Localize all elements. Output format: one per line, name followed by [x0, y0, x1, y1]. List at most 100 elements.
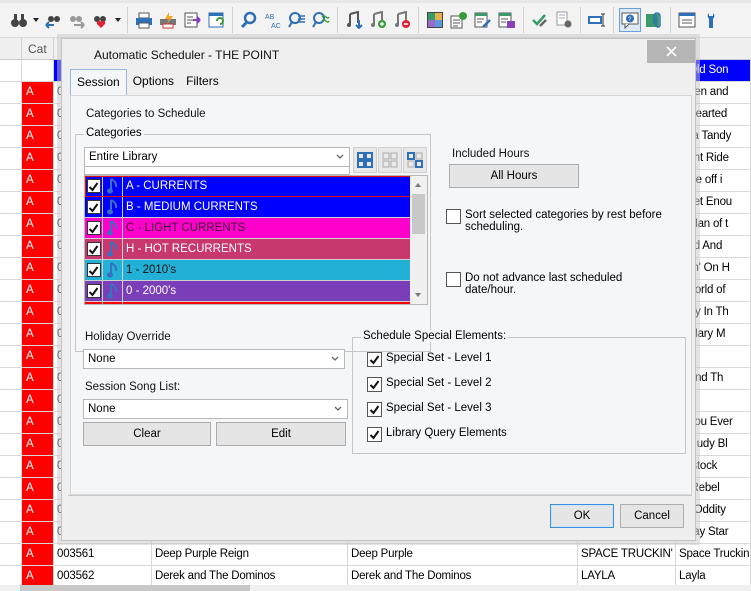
- holiday-override-select[interactable]: None: [83, 349, 345, 369]
- replace-text-button[interactable]: AB AC: [262, 8, 284, 32]
- category-item[interactable]: C - LIGHT CURRENTS: [85, 217, 412, 239]
- library-select[interactable]: Entire Library: [84, 147, 350, 167]
- cell-cat[interactable]: A: [22, 500, 54, 521]
- checkbox-box[interactable]: [367, 427, 382, 442]
- text-field-button[interactable]: [586, 8, 608, 32]
- cell-title[interactable]: Layla: [676, 566, 751, 587]
- music-add-button[interactable]: [367, 8, 389, 32]
- row-header[interactable]: [0, 566, 22, 587]
- category-checkbox[interactable]: [85, 196, 103, 218]
- music-import-button[interactable]: [343, 8, 365, 32]
- row-header[interactable]: [0, 82, 22, 103]
- clear-button[interactable]: Clear: [83, 422, 211, 446]
- category-checkbox[interactable]: [85, 301, 103, 304]
- all-hours-button[interactable]: All Hours: [449, 164, 579, 188]
- row-header[interactable]: [0, 258, 22, 279]
- cell-cat[interactable]: A: [22, 522, 54, 543]
- category-item[interactable]: 0 - 2000's: [85, 280, 412, 302]
- row-header[interactable]: [0, 478, 22, 499]
- cell-c1[interactable]: Deep Purple Reign: [152, 544, 348, 565]
- wrench-button[interactable]: [700, 8, 722, 32]
- cell-cat[interactable]: A: [22, 192, 54, 213]
- row-header[interactable]: [0, 522, 22, 543]
- table-row[interactable]: A 003561 Deep Purple Reign Deep Purple SPACE…: [0, 544, 751, 566]
- checkbox-box[interactable]: [446, 272, 461, 287]
- find-list-button[interactable]: [286, 8, 308, 32]
- category-checkbox[interactable]: [85, 280, 103, 302]
- tools-check-button[interactable]: [529, 8, 551, 32]
- column-header-cat[interactable]: Cat: [22, 38, 54, 60]
- cell-c1[interactable]: Derek and The Dominos: [152, 566, 348, 587]
- print-button[interactable]: [133, 8, 155, 32]
- scrollbar-thumb[interactable]: [412, 194, 425, 234]
- session-song-list-select[interactable]: None: [83, 399, 348, 419]
- binoculars-find-button[interactable]: [8, 8, 30, 32]
- cell-c2[interactable]: Derek and The Dominos: [348, 566, 578, 587]
- scroll-up-icon[interactable]: [415, 183, 421, 187]
- export-list-button[interactable]: [181, 8, 203, 32]
- find-previous-button[interactable]: [42, 8, 64, 32]
- row-header[interactable]: [0, 544, 22, 565]
- row-header[interactable]: [0, 280, 22, 301]
- category-item[interactable]: A - CURRENTS: [85, 176, 412, 197]
- select-none-categories-button[interactable]: [378, 147, 402, 173]
- cell-c3[interactable]: SPACE TRUCKIN': [578, 544, 676, 565]
- row-header[interactable]: [0, 324, 22, 345]
- categories-scrollbar[interactable]: [410, 176, 427, 304]
- checkbox-box[interactable]: [86, 179, 101, 193]
- row-header[interactable]: [0, 346, 22, 367]
- save-log-button[interactable]: [496, 8, 518, 32]
- checkbox-box[interactable]: [86, 221, 101, 235]
- cell-cat[interactable]: A: [22, 126, 54, 147]
- cell-cat[interactable]: [22, 60, 54, 81]
- row-header[interactable]: [0, 192, 22, 213]
- special-element-checkbox[interactable]: Special Set - Level 1: [367, 352, 491, 367]
- cell-cat[interactable]: A: [22, 412, 54, 433]
- document-settings-button[interactable]: [553, 8, 575, 32]
- refresh-list-button[interactable]: [205, 8, 227, 32]
- cell-cat[interactable]: A: [22, 280, 54, 301]
- row-header[interactable]: [0, 302, 22, 323]
- category-checkbox[interactable]: [85, 259, 103, 281]
- row-header[interactable]: [0, 148, 22, 169]
- schedule-refresh-button[interactable]: [448, 8, 470, 32]
- ok-button[interactable]: OK: [550, 504, 614, 528]
- cell-cat[interactable]: A: [22, 258, 54, 279]
- checkbox-box[interactable]: [86, 242, 101, 256]
- edit-log-button[interactable]: [472, 8, 494, 32]
- help-chat-button[interactable]: ?: [619, 8, 641, 32]
- cancel-button[interactable]: Cancel: [620, 504, 684, 528]
- row-header[interactable]: [0, 434, 22, 455]
- dropdown-arrow-icon[interactable]: [32, 8, 40, 32]
- checkbox-box[interactable]: [367, 377, 382, 392]
- print-quick-button[interactable]: [157, 8, 179, 32]
- cell-cat[interactable]: A: [22, 346, 54, 367]
- cell-cat[interactable]: A: [22, 148, 54, 169]
- music-remove-button[interactable]: [391, 8, 413, 32]
- categories-checklist[interactable]: A - CURRENTS B - MEDIUM CURRENTS C - LIGHT…: [84, 175, 428, 305]
- checkbox-box[interactable]: [446, 209, 461, 224]
- special-element-checkbox[interactable]: Special Set - Level 2: [367, 377, 491, 392]
- category-item[interactable]: [85, 301, 412, 304]
- select-all-categories-button[interactable]: [353, 147, 377, 173]
- window-button[interactable]: [676, 8, 698, 32]
- cell-cat[interactable]: A: [22, 214, 54, 235]
- edit-button[interactable]: Edit: [216, 422, 346, 446]
- cell-cat[interactable]: A: [22, 390, 54, 411]
- cell-cat[interactable]: A: [22, 434, 54, 455]
- category-item[interactable]: 1 - 2010's: [85, 259, 412, 281]
- attachment-button[interactable]: [643, 8, 665, 32]
- cell-cat[interactable]: A: [22, 170, 54, 191]
- checkbox-box[interactable]: [86, 200, 101, 214]
- special-element-checkbox[interactable]: Special Set - Level 3: [367, 402, 491, 417]
- cell-cat[interactable]: A: [22, 324, 54, 345]
- category-checkbox[interactable]: [85, 217, 103, 239]
- cell-cat[interactable]: A: [22, 368, 54, 389]
- row-header[interactable]: [0, 236, 22, 257]
- search-button[interactable]: [238, 8, 260, 32]
- row-header[interactable]: [0, 214, 22, 235]
- category-item[interactable]: B - MEDIUM CURRENTS: [85, 196, 412, 218]
- row-header[interactable]: [0, 456, 22, 477]
- cell-title[interactable]: Space Truckin: [676, 544, 751, 565]
- tab-filters[interactable]: Filters: [180, 69, 225, 94]
